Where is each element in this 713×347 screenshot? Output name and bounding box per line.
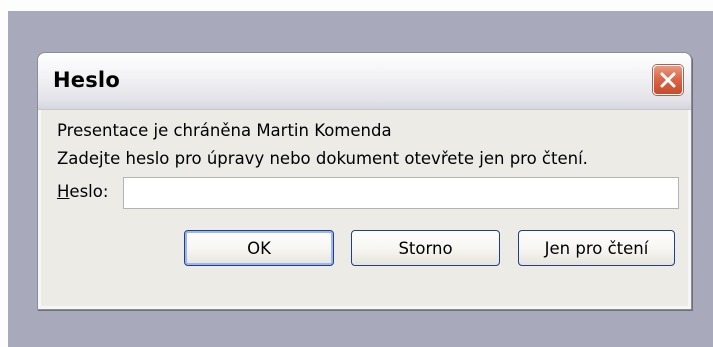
cancel-button[interactable]: Storno [351, 230, 500, 266]
dialog-title: Heslo [53, 68, 120, 92]
ok-button[interactable]: OK [184, 230, 334, 266]
close-icon [660, 72, 676, 88]
dialog-titlebar[interactable]: Heslo [38, 53, 691, 110]
password-label-text: eslo: [69, 182, 109, 201]
password-input[interactable] [123, 177, 679, 209]
password-label: Heslo: [57, 182, 108, 201]
password-dialog: Heslo Presentace je chráněna Martin Kome… [37, 52, 692, 310]
protected-message: Presentace je chráněna Martin Komenda [57, 121, 392, 140]
close-button[interactable] [653, 65, 683, 95]
read-only-button[interactable]: Jen pro čtení [518, 230, 675, 266]
instruction-message: Zadejte heslo pro úpravy nebo dokument o… [57, 149, 588, 168]
read-only-label: en pro čtení [549, 238, 649, 258]
password-label-accelerator: H [57, 182, 70, 201]
dialog-body: Presentace je chráněna Martin Komenda Za… [38, 110, 691, 309]
